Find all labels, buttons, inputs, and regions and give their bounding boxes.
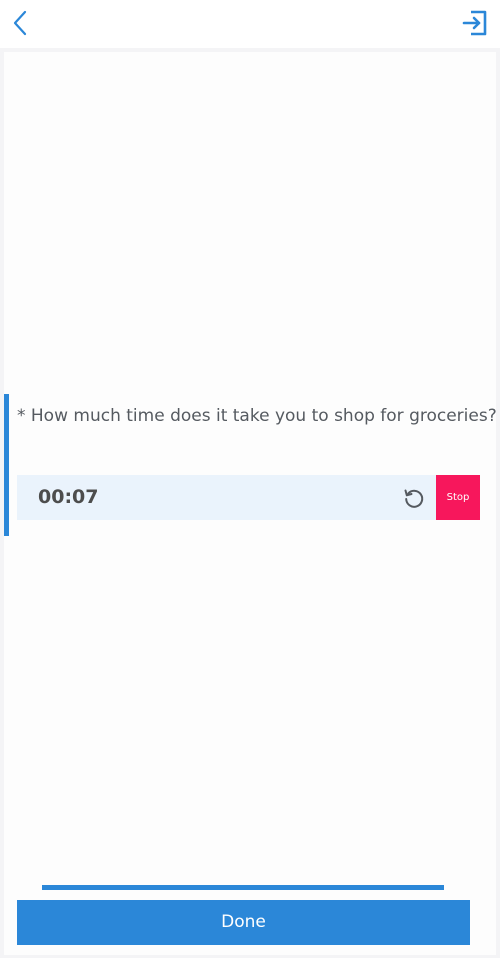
timer-value: 00:07 bbox=[38, 486, 99, 508]
exit-button[interactable] bbox=[460, 8, 490, 38]
timer-row: 00:07 Stop bbox=[17, 475, 480, 520]
question-accent-bar bbox=[4, 394, 9, 536]
survey-content: * How much time does it take you to shop… bbox=[4, 52, 497, 955]
question-block: * How much time does it take you to shop… bbox=[4, 394, 497, 536]
reset-timer-button[interactable] bbox=[400, 484, 428, 512]
stop-timer-button[interactable]: Stop bbox=[436, 475, 480, 520]
exit-arrow-icon bbox=[462, 10, 487, 36]
chevron-left-icon bbox=[13, 10, 27, 36]
question-text: * How much time does it take you to shop… bbox=[17, 406, 497, 426]
back-button[interactable] bbox=[6, 6, 34, 40]
progress-bar bbox=[42, 885, 444, 890]
progress-fill bbox=[42, 885, 444, 890]
done-button[interactable]: Done bbox=[17, 900, 470, 945]
refresh-icon bbox=[404, 489, 424, 508]
top-bar bbox=[0, 0, 500, 48]
